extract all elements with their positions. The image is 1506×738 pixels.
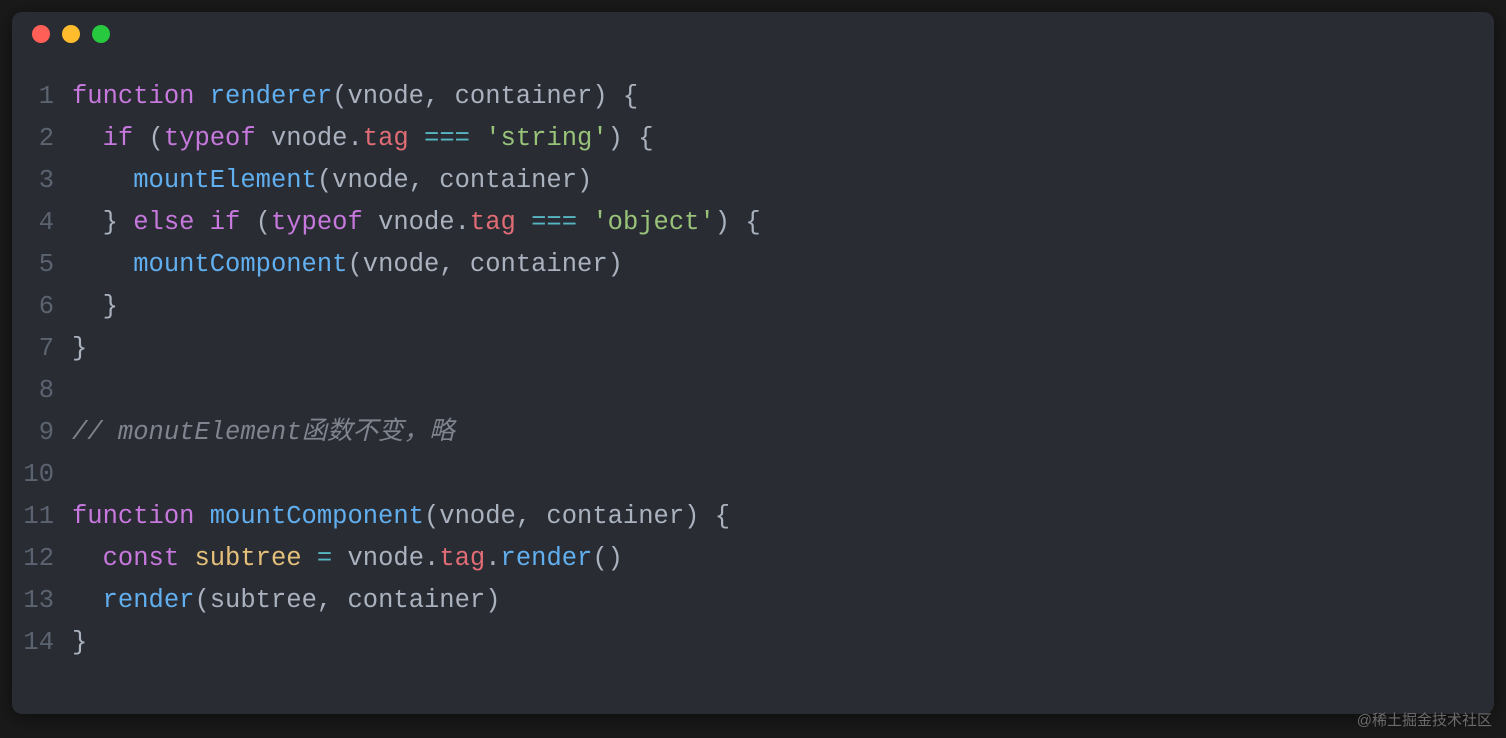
line-number: 13 [12, 580, 72, 622]
code-line: 14} [12, 622, 1494, 664]
maximize-icon[interactable] [92, 25, 110, 43]
code-line: 11function mountComponent(vnode, contain… [12, 496, 1494, 538]
line-number: 9 [12, 412, 72, 454]
code-content: mountComponent(vnode, container) [72, 244, 1494, 286]
code-content: } [72, 622, 1494, 664]
code-content: render(subtree, container) [72, 580, 1494, 622]
code-content: function mountComponent(vnode, container… [72, 496, 1494, 538]
code-line: 3 mountElement(vnode, container) [12, 160, 1494, 202]
line-number: 12 [12, 538, 72, 580]
code-line: 5 mountComponent(vnode, container) [12, 244, 1494, 286]
code-line: 8 [12, 370, 1494, 412]
code-content: } [72, 328, 1494, 370]
code-content [72, 454, 1494, 496]
code-line: 6 } [12, 286, 1494, 328]
code-content: const subtree = vnode.tag.render() [72, 538, 1494, 580]
line-number: 1 [12, 76, 72, 118]
code-content: // monutElement函数不变，略 [72, 412, 1494, 454]
code-window: 1function renderer(vnode, container) {2 … [12, 12, 1494, 714]
line-number: 8 [12, 370, 72, 412]
code-content: function renderer(vnode, container) { [72, 76, 1494, 118]
line-number: 14 [12, 622, 72, 664]
code-line: 7} [12, 328, 1494, 370]
line-number: 6 [12, 286, 72, 328]
code-content: } else if (typeof vnode.tag === 'object'… [72, 202, 1494, 244]
line-number: 10 [12, 454, 72, 496]
code-line: 10 [12, 454, 1494, 496]
code-line: 13 render(subtree, container) [12, 580, 1494, 622]
code-line: 1function renderer(vnode, container) { [12, 76, 1494, 118]
code-content [72, 370, 1494, 412]
window-titlebar [12, 12, 1494, 56]
line-number: 4 [12, 202, 72, 244]
watermark-text: @稀土掘金技术社区 [1357, 709, 1492, 730]
line-number: 5 [12, 244, 72, 286]
code-area: 1function renderer(vnode, container) {2 … [12, 56, 1494, 664]
code-content: } [72, 286, 1494, 328]
code-content: mountElement(vnode, container) [72, 160, 1494, 202]
close-icon[interactable] [32, 25, 50, 43]
code-content: if (typeof vnode.tag === 'string') { [72, 118, 1494, 160]
code-line: 4 } else if (typeof vnode.tag === 'objec… [12, 202, 1494, 244]
code-line: 12 const subtree = vnode.tag.render() [12, 538, 1494, 580]
code-line: 2 if (typeof vnode.tag === 'string') { [12, 118, 1494, 160]
line-number: 3 [12, 160, 72, 202]
line-number: 11 [12, 496, 72, 538]
code-line: 9// monutElement函数不变，略 [12, 412, 1494, 454]
minimize-icon[interactable] [62, 25, 80, 43]
line-number: 7 [12, 328, 72, 370]
line-number: 2 [12, 118, 72, 160]
